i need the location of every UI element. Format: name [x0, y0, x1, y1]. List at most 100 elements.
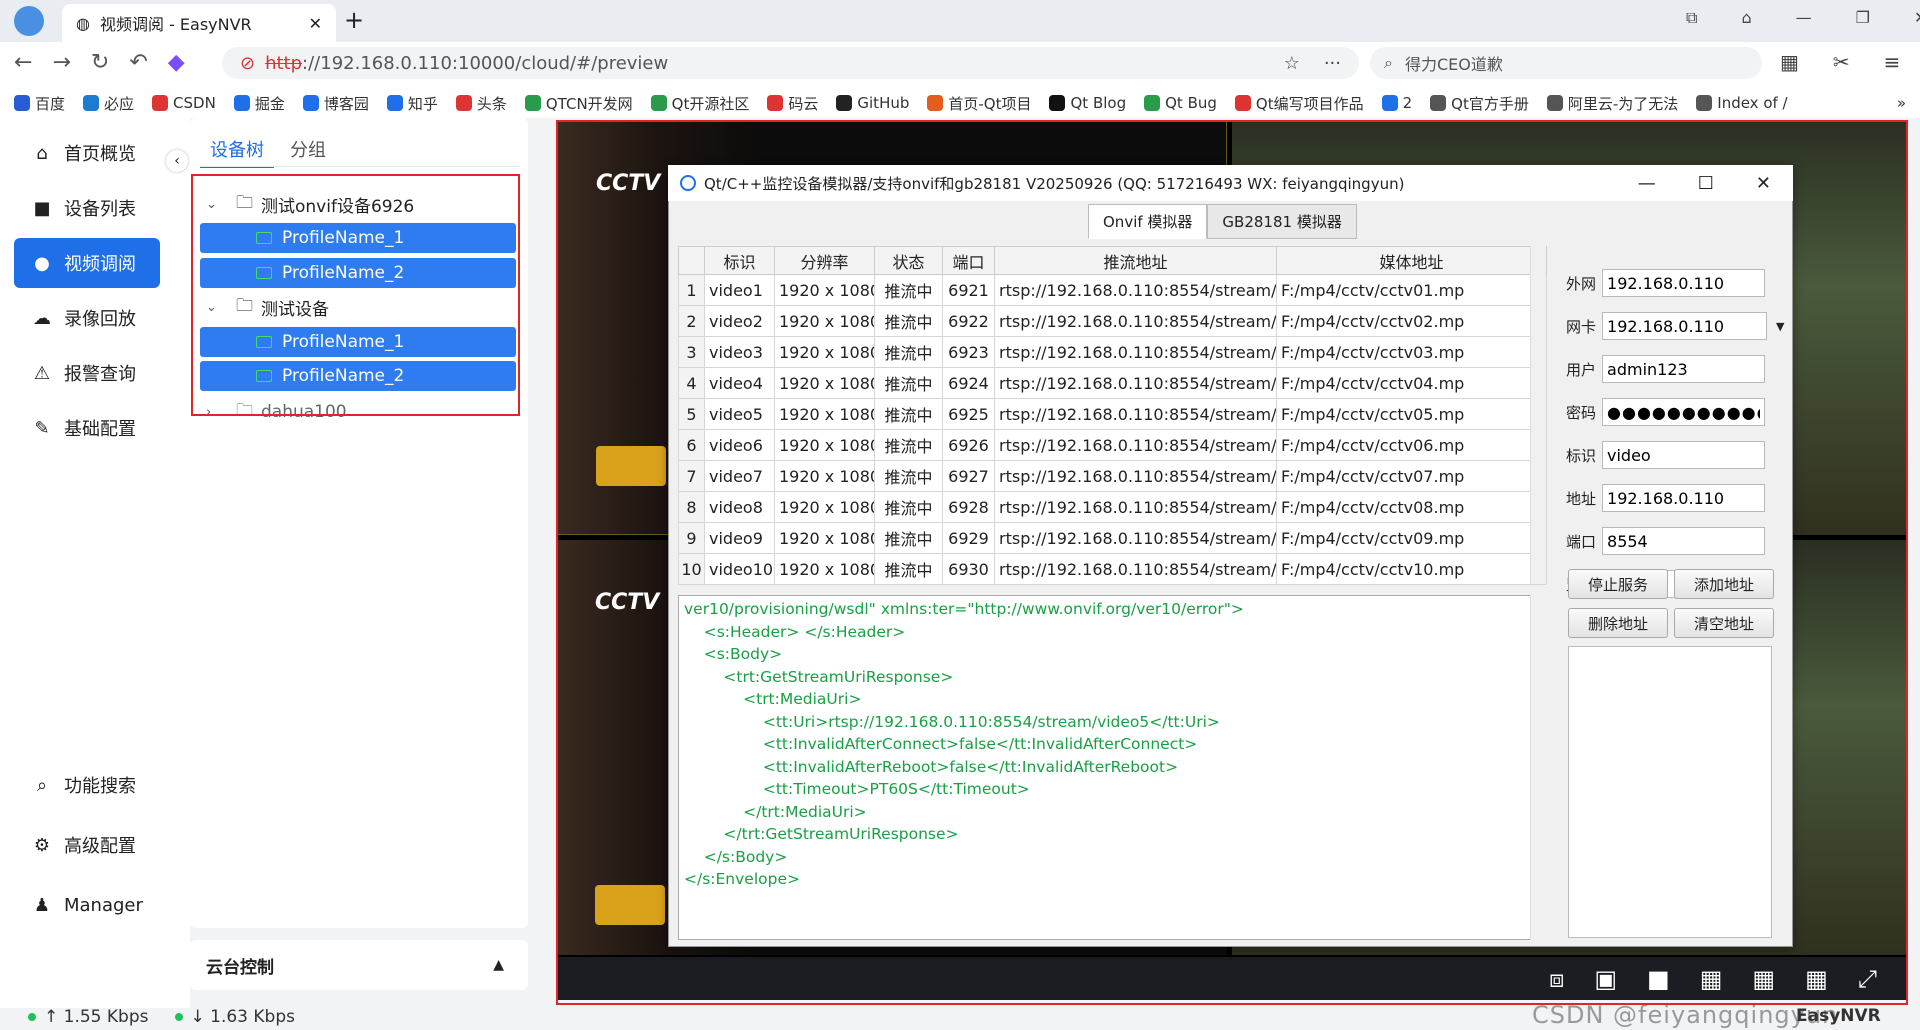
- reload-icon[interactable]: ↻: [91, 50, 109, 75]
- clear-address-button[interactable]: 清空地址: [1674, 608, 1774, 638]
- ai-icon[interactable]: ◆: [168, 50, 185, 75]
- form-input-7[interactable]: [1602, 527, 1766, 555]
- table-row[interactable]: 5 video5 1920 x 1080 推流中 6925 rtsp://192.168.…: [678, 398, 1547, 430]
- collapse-sidebar-icon[interactable]: ‹: [166, 150, 188, 172]
- table-row[interactable]: 9 video9 1920 x 1080 推流中 6929 rtsp://192.168.…: [678, 522, 1547, 554]
- form-row: 外网: [1566, 269, 1766, 297]
- browser-tab[interactable]: ◍ 视频调阅 - EasyNVR ✕: [62, 4, 336, 42]
- add-address-button[interactable]: 添加地址: [1674, 569, 1774, 599]
- tab-count-icon[interactable]: ⧉: [1686, 8, 1697, 28]
- xml-line: </trt:GetStreamUriResponse>: [684, 825, 959, 843]
- shirt-icon[interactable]: ⌂: [1741, 8, 1751, 28]
- tab-group[interactable]: 分组: [280, 128, 336, 168]
- table-cell: 推流中: [874, 367, 943, 399]
- search-icon: ⌕: [36, 774, 48, 796]
- maximize-icon[interactable]: ☐: [1698, 173, 1714, 194]
- address-bar[interactable]: ⊘ http ://192.168.0.110:10000/cloud/#/pr…: [222, 47, 1359, 79]
- sidebar-item-7[interactable]: ⌕ 功能搜索: [14, 760, 160, 810]
- bookmark-item[interactable]: Qt Blog: [1049, 94, 1126, 112]
- bookmark-item[interactable]: Qt开源社区: [650, 93, 749, 114]
- table-row[interactable]: 4 video4 1920 x 1080 推流中 6924 rtsp://192.168.…: [678, 367, 1547, 399]
- log-scrollbar[interactable]: [1530, 595, 1546, 940]
- bookmark-item[interactable]: 头条: [455, 93, 507, 114]
- bookmark-item[interactable]: Qt官方手册: [1430, 93, 1529, 114]
- form-input-3[interactable]: [1602, 355, 1766, 383]
- form-input-5[interactable]: [1602, 441, 1766, 469]
- caret-up-icon[interactable]: ▲: [493, 957, 504, 973]
- browser-logo-icon[interactable]: [14, 6, 44, 36]
- simulator-title-bar: Qt/C++监控设备模拟器/支持onvif和gb28181 V20250926 …: [668, 165, 1793, 201]
- minimize-icon[interactable]: —: [1638, 173, 1656, 194]
- nic-select[interactable]: [1602, 312, 1768, 340]
- bookmark-item[interactable]: CSDN: [152, 94, 216, 112]
- sidebar-item-6[interactable]: ✎ 基础配置: [14, 403, 160, 453]
- column-header[interactable]: 状态: [874, 246, 943, 275]
- sidebar-item-8[interactable]: ⚙ 高级配置: [14, 820, 160, 870]
- address-list[interactable]: [1568, 646, 1772, 938]
- bookmark-item[interactable]: QTCN开发网: [524, 93, 633, 114]
- form-input-6[interactable]: [1602, 484, 1766, 512]
- bookmark-item[interactable]: Qt编写项目作品: [1234, 93, 1364, 114]
- column-header[interactable]: 推流地址: [994, 246, 1277, 275]
- bookmark-item[interactable]: 阿里云-为了无法: [1546, 93, 1678, 114]
- more-bookmarks-icon[interactable]: »: [1897, 94, 1920, 112]
- stream-table: 标识 分辨率 状态 端口 推流地址 媒体地址 1 video1 1920 x 1080 推流中 6…: [678, 246, 1547, 585]
- more-icon[interactable]: ···: [1324, 53, 1341, 74]
- sidebar-item-label: 录像回放: [64, 309, 136, 330]
- bookmark-label: Index of /: [1717, 94, 1788, 112]
- bookmark-item[interactable]: 首页-Qt项目: [927, 93, 1031, 114]
- bookmark-item[interactable]: 掘金: [233, 93, 285, 114]
- search-box[interactable]: ⌕ 得力CEO道歉: [1370, 47, 1762, 79]
- bookmark-item[interactable]: 2: [1381, 94, 1412, 112]
- bookmark-item[interactable]: 知乎: [386, 93, 438, 114]
- scissors-icon[interactable]: ✂: [1833, 50, 1850, 74]
- sidebar-item-9[interactable]: ♟ Manager: [14, 880, 160, 930]
- close-window-icon[interactable]: ✕: [1914, 8, 1920, 28]
- back-icon[interactable]: ←: [14, 50, 32, 75]
- bookmark-item[interactable]: Index of /: [1696, 94, 1788, 112]
- new-tab-icon[interactable]: +: [344, 6, 364, 34]
- table-row[interactable]: 6 video6 1920 x 1080 推流中 6926 rtsp://192.168.…: [678, 429, 1547, 461]
- column-header[interactable]: 标识: [704, 246, 775, 275]
- table-scrollbar[interactable]: [1530, 246, 1546, 584]
- tab-device-tree[interactable]: 设备树: [200, 128, 274, 168]
- column-header[interactable]: 端口: [942, 246, 995, 275]
- sidebar-item-5[interactable]: ⚠ 报警查询: [14, 348, 160, 398]
- table-row[interactable]: 3 video3 1920 x 1080 推流中 6923 rtsp://192.168.…: [678, 336, 1547, 368]
- menu-icon[interactable]: ≡: [1884, 50, 1901, 74]
- dropdown-arrow-icon[interactable]: ▼: [1776, 320, 1784, 333]
- bookmark-item[interactable]: 博客园: [302, 93, 369, 114]
- ptz-panel[interactable]: 云台控制 ▲: [190, 940, 528, 990]
- star-icon[interactable]: ☆: [1284, 53, 1300, 74]
- bookmark-item[interactable]: GitHub: [836, 94, 909, 112]
- close-icon[interactable]: ✕: [1756, 173, 1771, 194]
- tab-gb28181[interactable]: GB28181 模拟器: [1207, 204, 1357, 239]
- form-input-1[interactable]: [1602, 269, 1766, 297]
- bookmark-item[interactable]: 必应: [83, 93, 134, 114]
- sidebar-item-4[interactable]: ☁ 录像回放: [14, 293, 160, 343]
- undo-icon[interactable]: ↶: [129, 50, 147, 75]
- apps-grid-icon[interactable]: ▦: [1780, 50, 1799, 74]
- close-tab-icon[interactable]: ✕: [309, 14, 322, 33]
- stop-service-button[interactable]: 停止服务: [1568, 569, 1668, 599]
- table-row[interactable]: 8 video8 1920 x 1080 推流中 6928 rtsp://192.168.…: [678, 491, 1547, 523]
- minimize-icon[interactable]: —: [1796, 8, 1812, 28]
- table-row[interactable]: 10 video10 1920 x 1080 推流中 6930 rtsp://192.16…: [678, 553, 1547, 585]
- forward-icon[interactable]: →: [52, 50, 70, 75]
- delete-address-button[interactable]: 删除地址: [1568, 608, 1668, 638]
- form-input-4[interactable]: [1602, 398, 1766, 426]
- bookmark-bar: 百度 必应 CSDN 掘金 博客园 知乎 头条 QTCN开发网 Qt开源社区 码云 GitHub 首页…: [0, 88, 1920, 118]
- bookmark-item[interactable]: 码云: [767, 93, 818, 114]
- restore-icon[interactable]: ❐: [1856, 8, 1870, 28]
- table-row[interactable]: 2 video2 1920 x 1080 推流中 6922 rtsp://192.168.…: [678, 305, 1547, 337]
- sidebar-item-3[interactable]: ● 视频调阅: [14, 238, 160, 288]
- table-row[interactable]: 1 video1 1920 x 1080 推流中 6921 rtsp://192.168.…: [678, 274, 1547, 306]
- column-header[interactable]: 分辨率: [774, 246, 875, 275]
- tab-onvif[interactable]: Onvif 模拟器: [1088, 204, 1208, 239]
- table-row[interactable]: 7 video7 1920 x 1080 推流中 6927 rtsp://192.168.…: [678, 460, 1547, 492]
- column-header[interactable]: 媒体地址: [1276, 246, 1547, 275]
- bookmark-item[interactable]: Qt Bug: [1144, 94, 1217, 112]
- sidebar-item-2[interactable]: ■ 设备列表: [14, 183, 160, 233]
- bookmark-item[interactable]: 百度: [14, 93, 65, 114]
- sidebar-item-1[interactable]: ⌂ 首页概览: [14, 128, 160, 178]
